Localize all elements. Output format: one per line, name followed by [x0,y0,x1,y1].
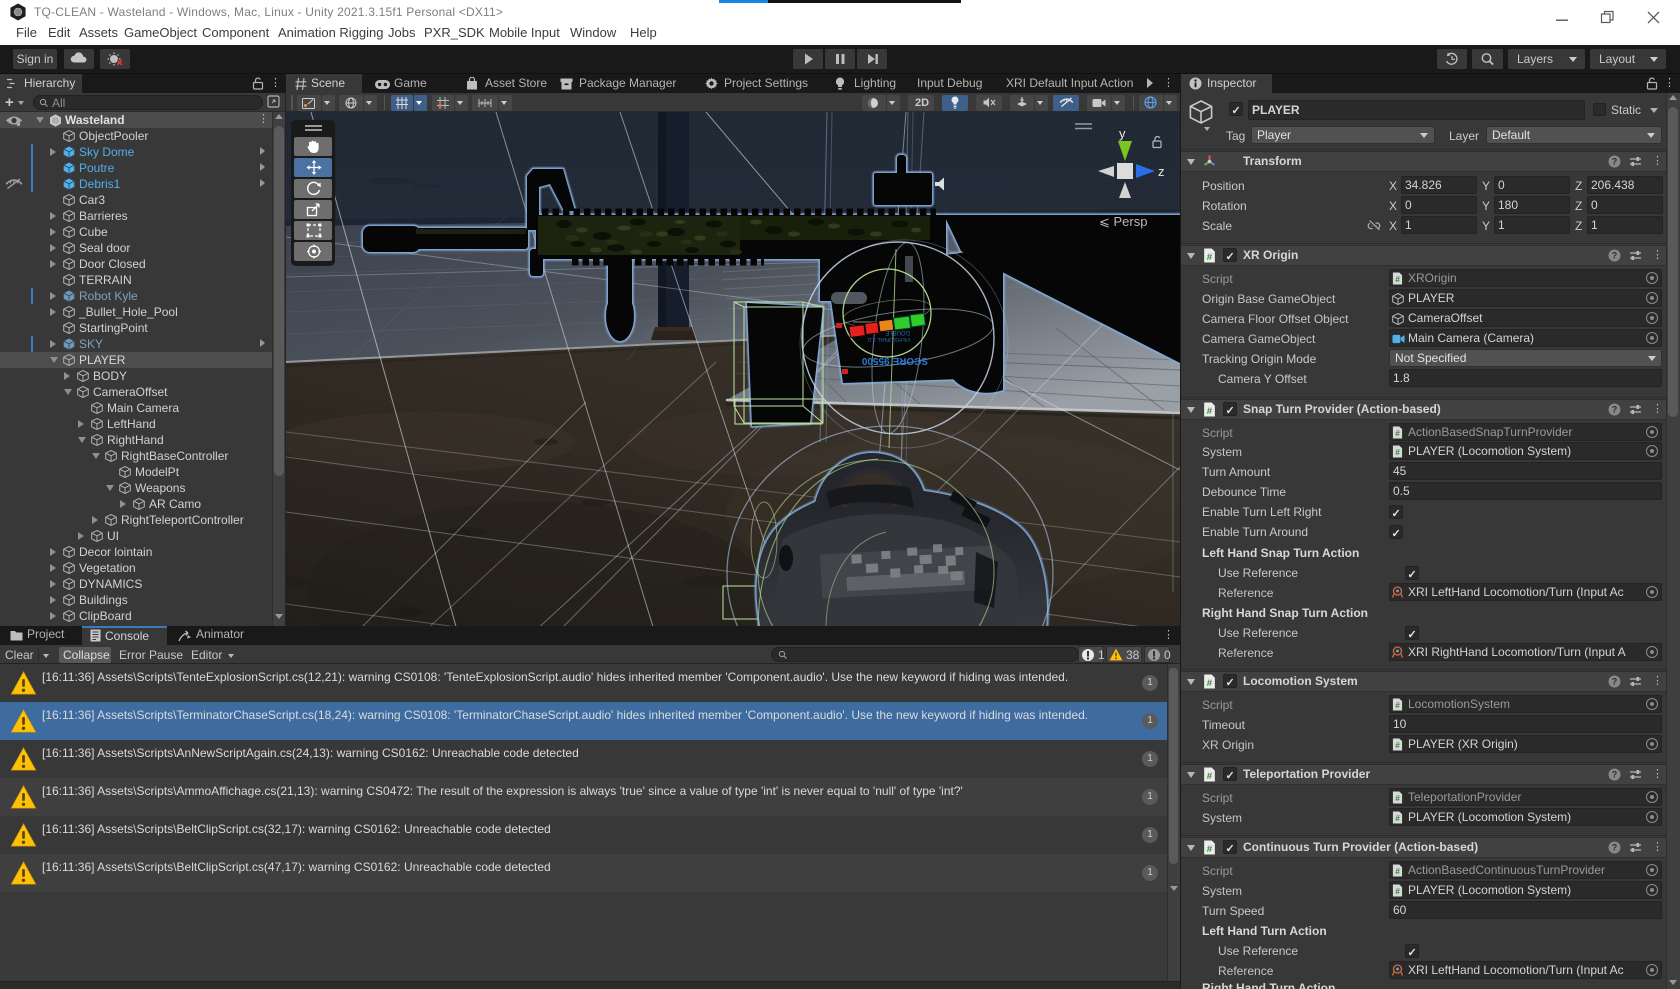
svg-text:#: # [1395,701,1400,710]
svg-text:?: ? [1612,677,1618,687]
svg-text:#: # [1207,406,1213,417]
svg-text:#: # [1395,794,1400,803]
svg-text:SCORE 95500: SCORE 95500 [861,355,928,366]
svg-text:#: # [1395,867,1400,876]
svg-text:#: # [1395,741,1400,750]
svg-text:?: ? [1612,157,1618,167]
svg-text:#: # [1395,448,1400,457]
svg-text:⩽ Persp: ⩽ Persp [1099,214,1147,229]
svg-text:?: ? [1612,770,1618,780]
svg-text:PERSONAL 1.0: PERSONAL 1.0 [867,336,910,342]
svg-text:#: # [1395,429,1400,438]
svg-text:#: # [1395,275,1400,284]
svg-text:DOUBLE: DOUBLE [885,329,910,335]
svg-text:#: # [1207,252,1213,263]
svg-text:#: # [1207,678,1213,689]
svg-text:z: z [1158,164,1165,179]
svg-text:#: # [1395,814,1400,823]
svg-text:?: ? [1612,405,1618,415]
svg-text:?: ? [1612,843,1618,853]
svg-text:#: # [1207,844,1213,855]
svg-text:#: # [1395,887,1400,896]
svg-text:y: y [1119,126,1126,141]
svg-text:#: # [1207,771,1213,782]
svg-text:?: ? [1612,251,1618,261]
